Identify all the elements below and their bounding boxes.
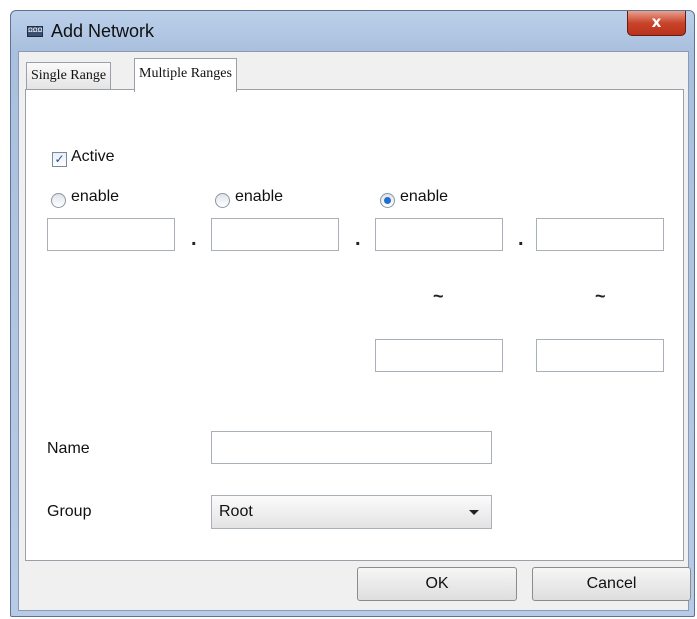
tab-panel: ✓ Active enable enable enable . . . ~ ~ bbox=[25, 89, 684, 561]
add-network-window: ΩΩΩ Add Network x Single Range Multiple … bbox=[10, 10, 695, 617]
window-title: Add Network bbox=[51, 21, 155, 41]
range-tilde: ~ bbox=[595, 286, 606, 306]
tab-multiple-ranges[interactable]: Multiple Ranges bbox=[134, 58, 237, 92]
active-label: Active bbox=[71, 148, 115, 165]
chevron-down-icon bbox=[469, 510, 479, 515]
octet-1-input[interactable] bbox=[47, 218, 175, 251]
dialog-client-area: Single Range Multiple Ranges ✓ Active en… bbox=[18, 51, 691, 611]
title-bar: ΩΩΩ Add Network x bbox=[11, 11, 694, 51]
enable-radio-2[interactable] bbox=[51, 193, 66, 208]
enable-label-4: enable bbox=[400, 188, 449, 205]
enable-label-2: enable bbox=[71, 188, 120, 205]
octet-4-end-input[interactable] bbox=[536, 339, 664, 372]
octet-separator: . bbox=[518, 228, 524, 250]
group-select[interactable]: Root bbox=[211, 495, 492, 529]
octet-2-input[interactable] bbox=[211, 218, 339, 251]
octet-3-input[interactable] bbox=[375, 218, 503, 251]
cancel-button[interactable]: Cancel bbox=[532, 567, 691, 601]
group-label: Group bbox=[47, 503, 92, 520]
name-input[interactable] bbox=[211, 431, 492, 464]
ok-button[interactable]: OK bbox=[357, 567, 517, 601]
octet-3-end-input[interactable] bbox=[375, 339, 503, 372]
octet-separator: . bbox=[355, 228, 361, 250]
enable-radio-4[interactable] bbox=[380, 193, 395, 208]
octet-4-input[interactable] bbox=[536, 218, 664, 251]
active-checkbox[interactable]: ✓ bbox=[52, 152, 67, 167]
group-select-value: Root bbox=[219, 503, 253, 520]
range-tilde: ~ bbox=[433, 286, 444, 306]
app-icon: ΩΩΩ bbox=[27, 26, 43, 37]
name-label: Name bbox=[47, 440, 90, 457]
octet-separator: . bbox=[191, 228, 197, 250]
enable-radio-3[interactable] bbox=[215, 193, 230, 208]
tab-single-range[interactable]: Single Range bbox=[26, 62, 112, 89]
enable-label-3: enable bbox=[235, 188, 284, 205]
close-button[interactable]: x bbox=[627, 11, 686, 36]
